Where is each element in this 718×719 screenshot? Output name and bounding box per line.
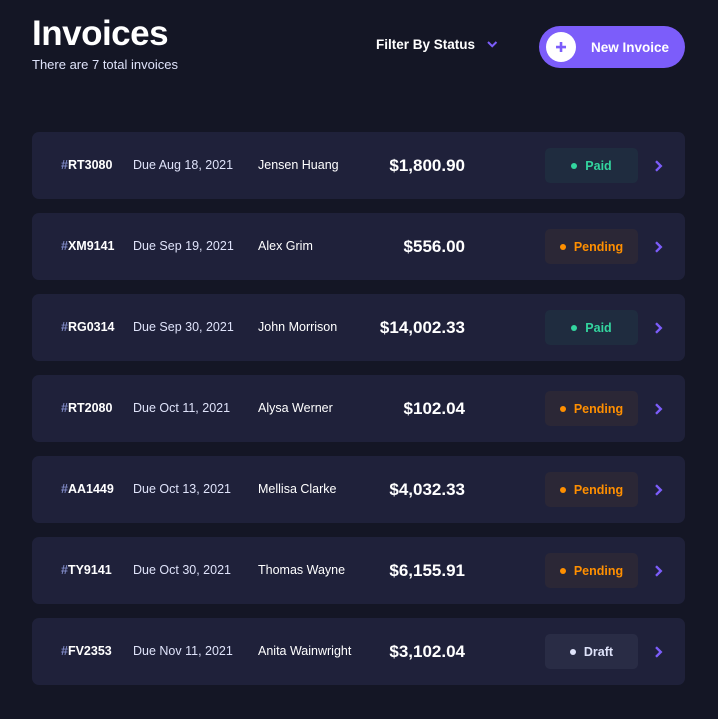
invoice-id: #XM9141 xyxy=(61,213,115,280)
invoice-amount: $3,102.04 xyxy=(389,642,465,661)
invoice-id: #RT3080 xyxy=(61,132,112,199)
invoice-amount: $1,800.90 xyxy=(389,156,465,175)
invoice-id-hash: # xyxy=(61,320,68,334)
invoice-due-date: Due Sep 30, 2021 xyxy=(133,320,234,334)
status-label: Pending xyxy=(573,482,624,497)
invoice-list: #RT3080 Due Aug 18, 2021 Jensen Huang $1… xyxy=(32,132,685,699)
invoice-count-subtitle: There are 7 total invoices xyxy=(32,57,178,72)
invoice-client-name: Thomas Wayne xyxy=(258,563,346,577)
invoice-row[interactable]: #FV2353 Due Nov 11, 2021 Anita Wainwrigh… xyxy=(32,618,685,685)
invoice-client-name: Alex Grim xyxy=(258,239,313,253)
invoice-due-date: Due Aug 18, 2021 xyxy=(133,158,234,172)
status-label: Pending xyxy=(573,239,624,254)
chevron-right-icon xyxy=(655,565,663,577)
chevron-right-icon xyxy=(655,160,663,172)
invoice-row[interactable]: #RG0314 Due Sep 30, 2021 John Morrison $… xyxy=(32,294,685,361)
invoice-client-name: Anita Wainwright xyxy=(258,644,352,658)
chevron-right-icon xyxy=(655,646,663,658)
page-header: Invoices There are 7 total invoices Filt… xyxy=(32,14,686,76)
invoice-due-date: Due Nov 11, 2021 xyxy=(133,644,233,658)
status-dot-icon xyxy=(559,405,566,412)
invoice-row[interactable]: #XM9141 Due Sep 19, 2021 Alex Grim $556.… xyxy=(32,213,685,280)
status-dot-icon xyxy=(559,486,566,493)
status-dot-icon xyxy=(559,243,566,250)
invoice-id-hash: # xyxy=(61,644,68,658)
page-title: Invoices xyxy=(32,14,169,53)
invoice-due-date: Due Oct 13, 2021 xyxy=(133,482,231,496)
invoice-row[interactable]: #RT2080 Due Oct 11, 2021 Alysa Werner $1… xyxy=(32,375,685,442)
invoice-id: #RT2080 xyxy=(61,375,112,442)
status-dot-icon xyxy=(571,162,578,169)
invoice-id-hash: # xyxy=(61,401,68,415)
invoice-client-name: Alysa Werner xyxy=(258,401,333,415)
invoice-client-name: Mellisa Clarke xyxy=(258,482,337,496)
status-badge: Pending xyxy=(545,391,638,426)
status-badge: Paid xyxy=(545,148,638,183)
invoice-id-value: XM9141 xyxy=(67,239,115,253)
invoice-id-hash: # xyxy=(61,563,68,577)
chevron-right-icon xyxy=(655,322,663,334)
chevron-right-icon xyxy=(655,241,663,253)
invoice-row[interactable]: #RT3080 Due Aug 18, 2021 Jensen Huang $1… xyxy=(32,132,685,199)
chevron-down-icon xyxy=(487,41,498,48)
status-badge: Draft xyxy=(545,634,638,669)
status-label: Paid xyxy=(585,158,612,173)
filter-by-status-dropdown[interactable]: Filter By Status xyxy=(376,37,498,52)
invoice-amount: $6,155.91 xyxy=(389,561,465,580)
status-dot-icon xyxy=(559,567,566,574)
invoice-due-date: Due Oct 30, 2021 xyxy=(133,563,231,577)
status-label: Paid xyxy=(585,320,612,335)
invoice-amount: $14,002.33 xyxy=(379,318,465,337)
invoice-row[interactable]: #TY9141 Due Oct 30, 2021 Thomas Wayne $6… xyxy=(32,537,685,604)
invoice-id-value: RG0314 xyxy=(67,320,115,334)
invoice-id-hash: # xyxy=(61,482,68,496)
invoice-id: #RG0314 xyxy=(61,294,115,361)
invoice-id-value: AA1449 xyxy=(67,482,114,496)
status-badge: Pending xyxy=(545,229,638,264)
invoice-id: #AA1449 xyxy=(61,456,114,523)
status-label: Pending xyxy=(573,563,624,578)
new-invoice-button[interactable]: New Invoice xyxy=(539,26,685,68)
invoice-due-date: Due Sep 19, 2021 xyxy=(133,239,234,253)
status-badge: Pending xyxy=(545,553,638,588)
invoice-amount: $4,032.33 xyxy=(389,480,465,499)
status-badge: Paid xyxy=(545,310,638,345)
invoice-client-name: John Morrison xyxy=(258,320,338,334)
invoice-due-date: Due Oct 11, 2021 xyxy=(133,401,231,415)
invoice-id-value: TY9141 xyxy=(67,563,112,577)
plus-icon xyxy=(546,32,576,62)
invoice-id-value: RT2080 xyxy=(67,401,113,415)
status-label: Draft xyxy=(583,644,614,659)
status-dot-icon xyxy=(571,324,578,331)
filter-label: Filter By Status xyxy=(376,37,476,52)
invoice-id-value: RT3080 xyxy=(67,158,113,172)
status-label: Pending xyxy=(573,401,624,416)
invoice-amount: $556.00 xyxy=(403,237,465,256)
invoice-id-hash: # xyxy=(61,158,68,172)
invoice-id-hash: # xyxy=(61,239,68,253)
invoice-id-value: FV2353 xyxy=(67,644,112,658)
new-invoice-label: New Invoice xyxy=(591,39,670,55)
invoice-id: #FV2353 xyxy=(61,618,112,685)
status-dot-icon xyxy=(569,648,576,655)
chevron-right-icon xyxy=(655,403,663,415)
chevron-right-icon xyxy=(655,484,663,496)
invoice-amount: $102.04 xyxy=(403,399,465,418)
invoice-id: #TY9141 xyxy=(61,537,112,604)
invoice-client-name: Jensen Huang xyxy=(258,158,339,172)
invoice-row[interactable]: #AA1449 Due Oct 13, 2021 Mellisa Clarke … xyxy=(32,456,685,523)
status-badge: Pending xyxy=(545,472,638,507)
